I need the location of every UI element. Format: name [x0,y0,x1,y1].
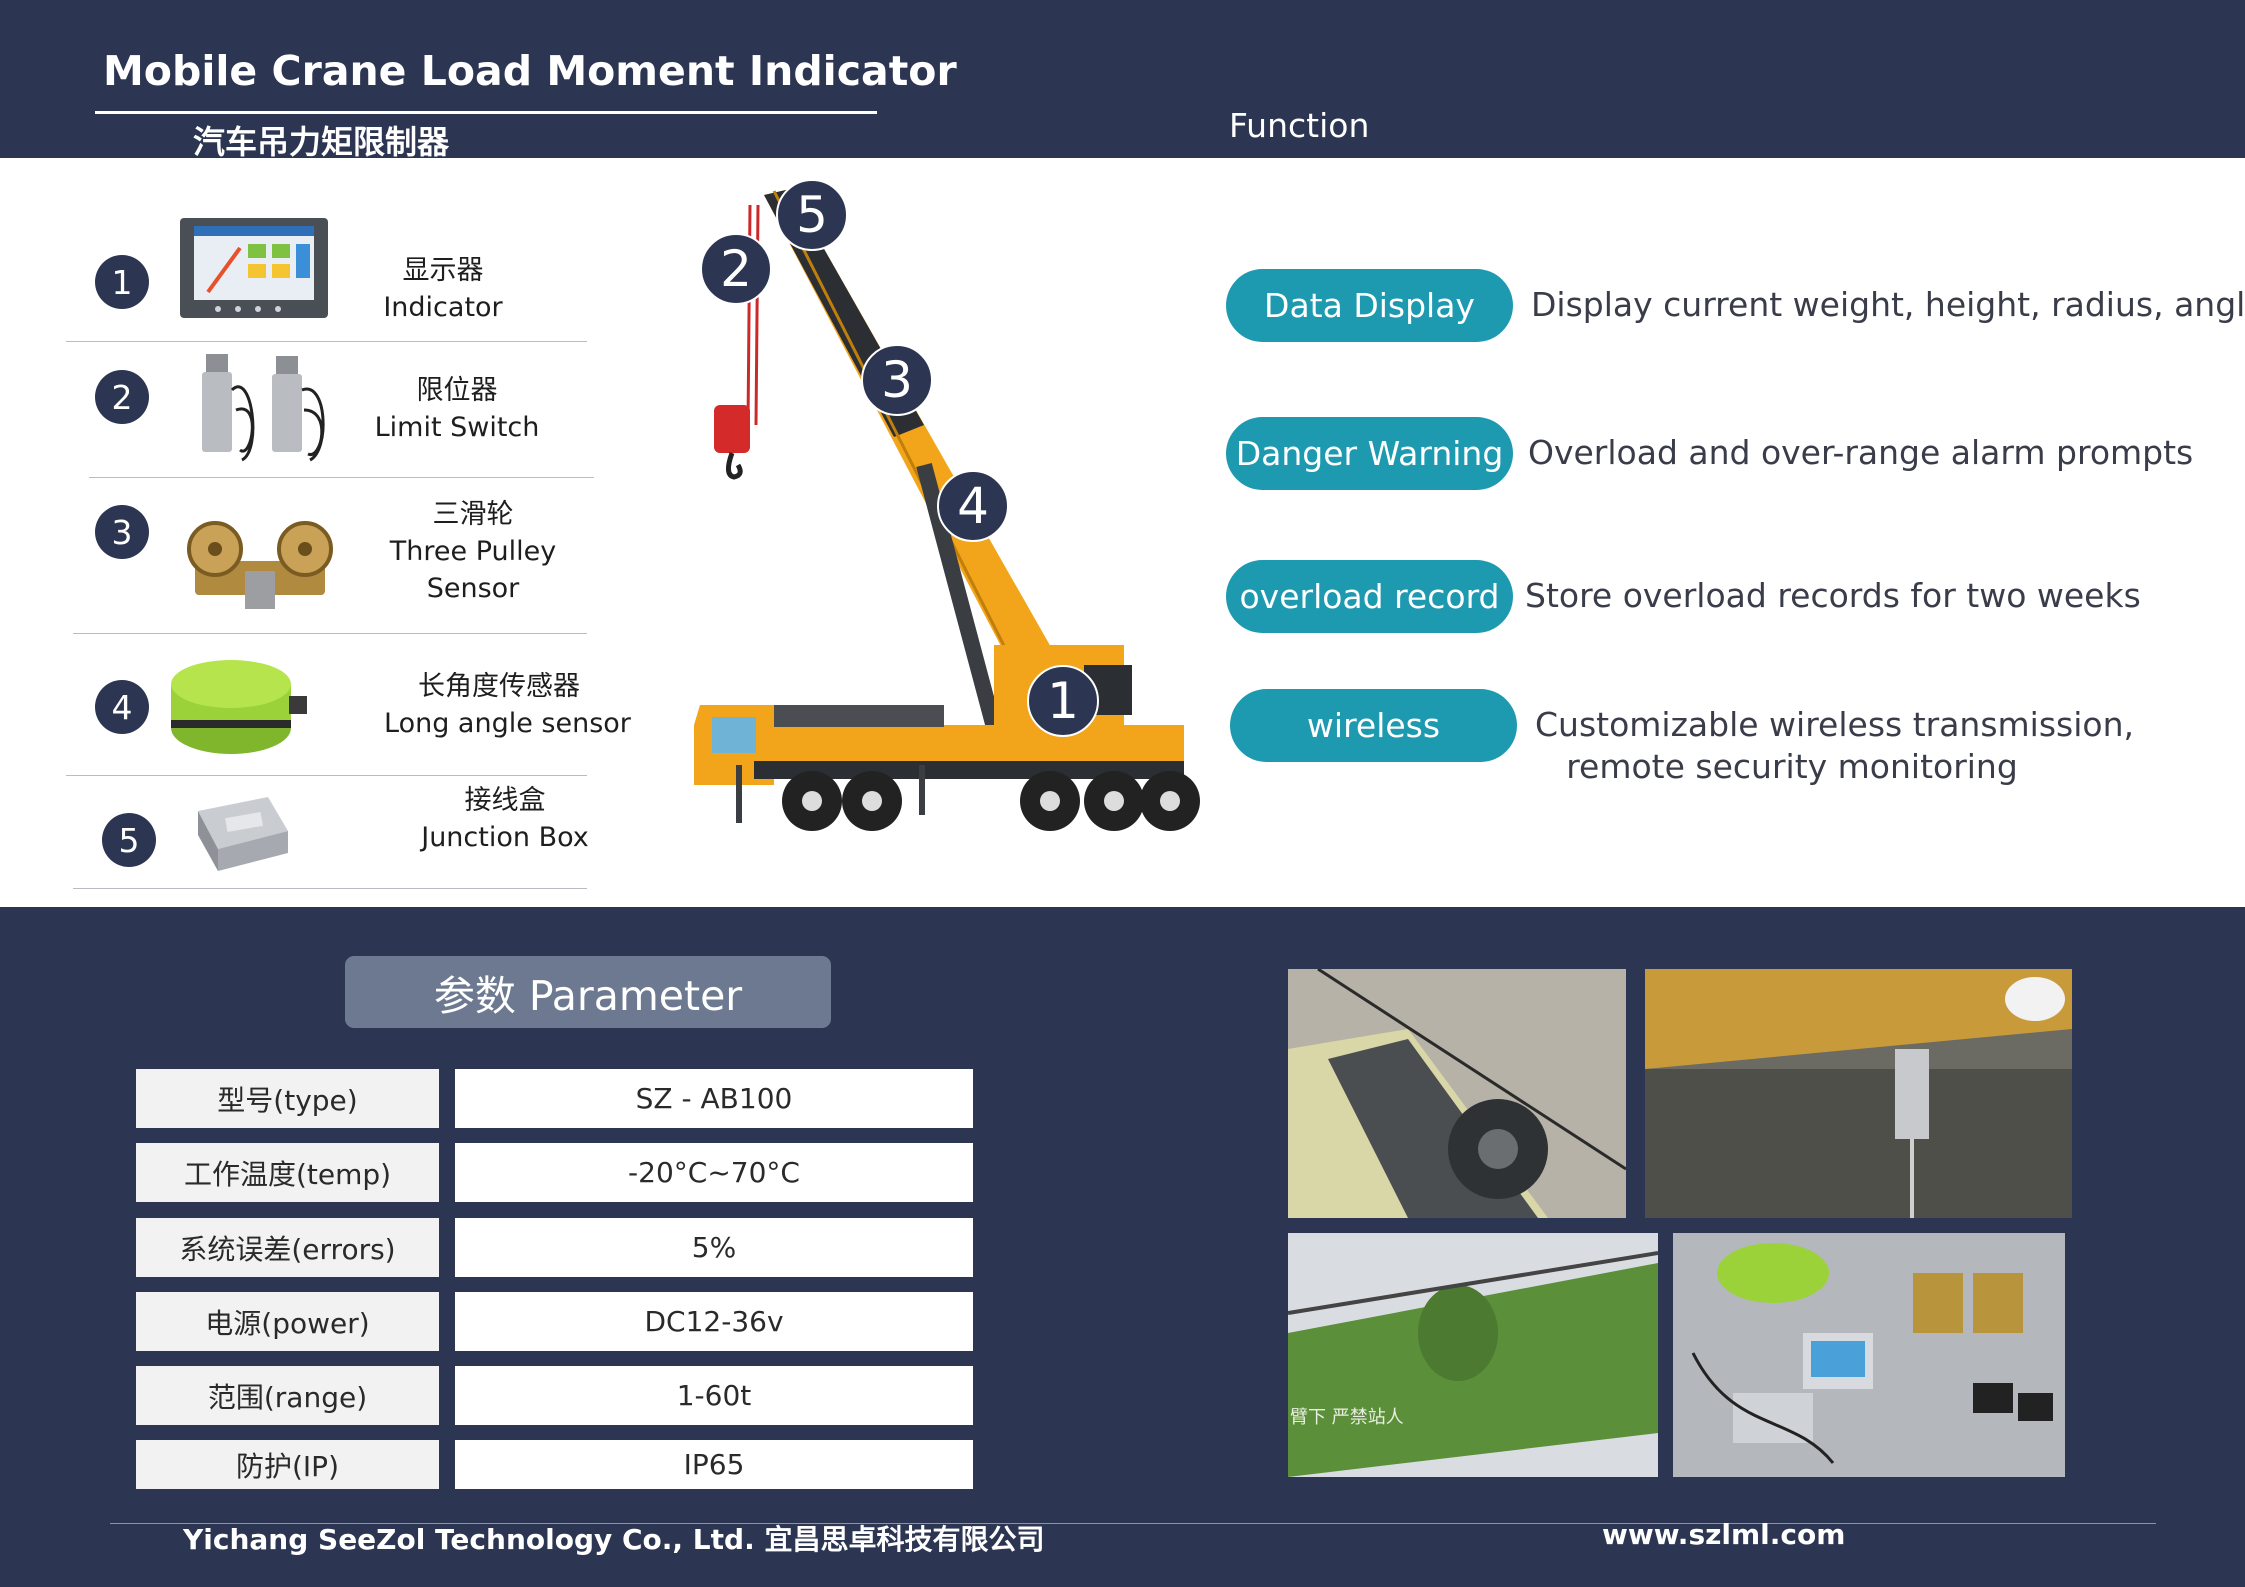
param-value-range: 1-60t [455,1366,973,1425]
param-label-errors: 系统误差(errors) [136,1218,439,1277]
component-1-label: 显示器 Indicator [343,252,543,326]
component-number-2: 2 [95,370,149,424]
limit-switch-icon [192,350,334,466]
angle-sensor-on-boom-photo-icon: 臂下 严禁站人 [1288,1233,1658,1477]
component-1-en: Indicator [383,292,503,323]
pulley-on-boom-photo-icon [1288,969,1626,1218]
component-3-en-line2: Sensor [426,573,520,604]
angle-sensor-icon [165,656,313,762]
function-desc-data-display: Display current weight, height, radius, … [1531,285,2245,324]
param-label-type: 型号(type) [136,1069,439,1128]
component-4-zh: 长角度传感器 [418,671,580,702]
param-value-ip: IP65 [455,1440,973,1489]
component-4-label: 长角度传感器 Long angle sensor [384,668,631,742]
page-subtitle: 汽车吊力矩限制器 [193,123,450,161]
component-2-label: 限位器 Limit Switch [357,372,557,446]
function-desc-wireless: Customizable wireless transmission, remo… [1535,704,2134,788]
component-kit-photo-icon [1673,1233,2065,1477]
display-unit-icon [178,216,330,320]
component-number-5: 5 [102,813,156,867]
component-divider [66,341,587,342]
component-4-en: Long angle sensor [384,708,631,739]
component-2-zh: 限位器 [416,375,498,406]
param-label-range: 范围(range) [136,1366,439,1425]
function-pill-overload-record: overload record [1226,560,1513,633]
component-divider [73,888,587,889]
component-divider [66,775,587,776]
component-1-zh: 显示器 [402,255,484,286]
param-value-type: SZ - AB100 [455,1069,973,1128]
page-title: Mobile Crane Load Moment Indicator [103,47,957,95]
component-5-label: 接线盒 Junction Box [405,782,605,856]
parameter-header: 参数 Parameter [345,956,831,1028]
component-3-zh: 三滑轮 [432,499,514,530]
param-value-power: DC12-36v [455,1292,973,1351]
function-desc-wireless-line1: Customizable wireless transmission, [1535,705,2134,744]
component-3-label: 三滑轮 Three Pulley Sensor [373,496,573,607]
function-pill-danger-warning: Danger Warning [1226,417,1513,490]
component-5-en: Junction Box [421,822,589,853]
component-number-4: 4 [95,680,149,734]
param-label-power: 电源(power) [136,1292,439,1351]
function-pill-data-display: Data Display [1226,269,1513,342]
component-divider [73,633,587,634]
component-5-zh: 接线盒 [464,785,546,816]
param-value-temp: -20°C~70°C [455,1143,973,1202]
title-underline [95,111,877,114]
crane-badge-5: 5 [776,179,848,251]
param-value-errors: 5% [455,1218,973,1277]
component-3-en: Three Pulley [389,536,557,567]
crane-badge-4: 4 [937,470,1009,542]
junction-box-icon [188,791,293,879]
component-number-1: 1 [95,255,149,309]
function-desc-wireless-line2: remote security monitoring [1566,747,2018,786]
footer-website-link[interactable]: www.szlml.com [1602,1518,1845,1551]
function-pill-wireless: wireless [1230,689,1517,762]
boom-warning-caption: 臂下 严禁站人 [1290,1407,1404,1428]
function-desc-danger-warning: Overload and over-range alarm prompts [1528,433,2194,472]
component-divider [89,477,594,478]
param-label-ip: 防护(IP) [136,1440,439,1489]
crane-badge-3: 3 [861,344,933,416]
function-section-label: Function [1229,106,1370,145]
param-label-temp: 工作温度(temp) [136,1143,439,1202]
crane-badge-1: 1 [1027,665,1099,737]
component-number-3: 3 [95,505,149,559]
crane-badge-2: 2 [700,233,772,305]
pulley-sensor-icon [185,511,335,615]
limit-switch-install-photo-icon [1645,969,2072,1218]
footer-company: Yichang SeeZol Technology Co., Ltd. 宜昌思卓… [183,1523,1045,1556]
component-2-en: Limit Switch [374,412,540,443]
function-desc-overload-record: Store overload records for two weeks [1525,576,2141,615]
